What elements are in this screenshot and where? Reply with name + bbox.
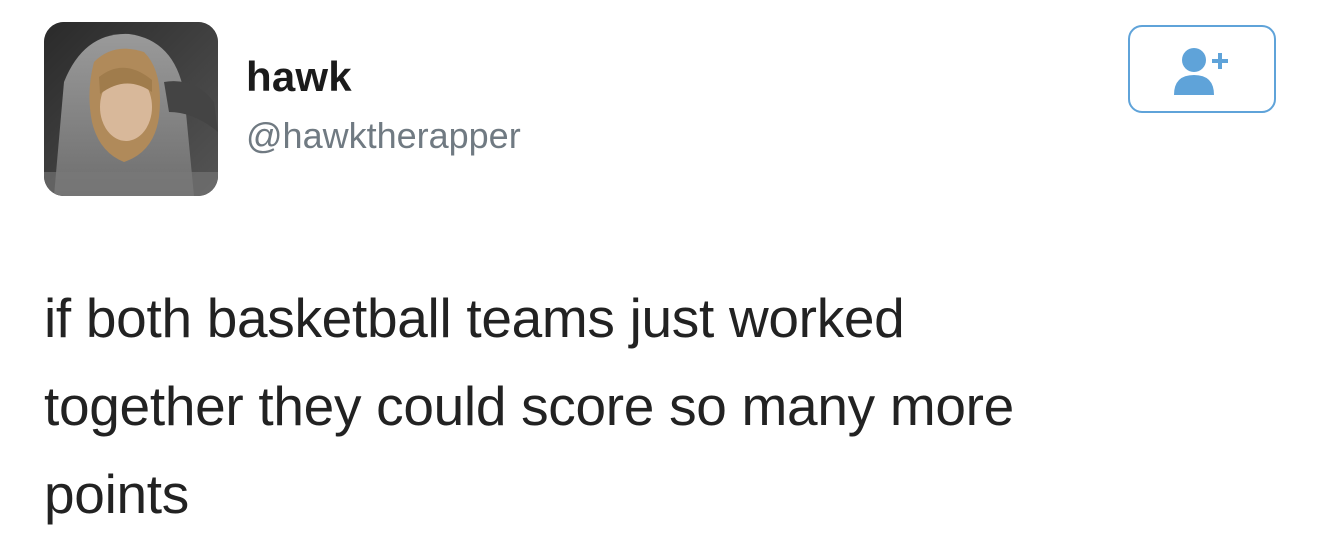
avatar[interactable] <box>44 22 218 196</box>
tweet-line: if both basketball teams just worked <box>44 287 905 349</box>
add-user-icon <box>1174 48 1228 95</box>
tweet-line: together they could score so many more <box>44 375 1014 437</box>
tweet-text: if both basketball teams just worked tog… <box>44 274 1284 538</box>
profile-photo-icon <box>44 22 218 196</box>
tweet-card: hawk @hawktherapper if both basketball t… <box>0 0 1320 552</box>
display-name[interactable]: hawk <box>246 56 352 98</box>
follow-button[interactable] <box>1128 25 1276 113</box>
tweet-line: points <box>44 463 189 525</box>
user-handle[interactable]: @hawktherapper <box>246 118 521 154</box>
